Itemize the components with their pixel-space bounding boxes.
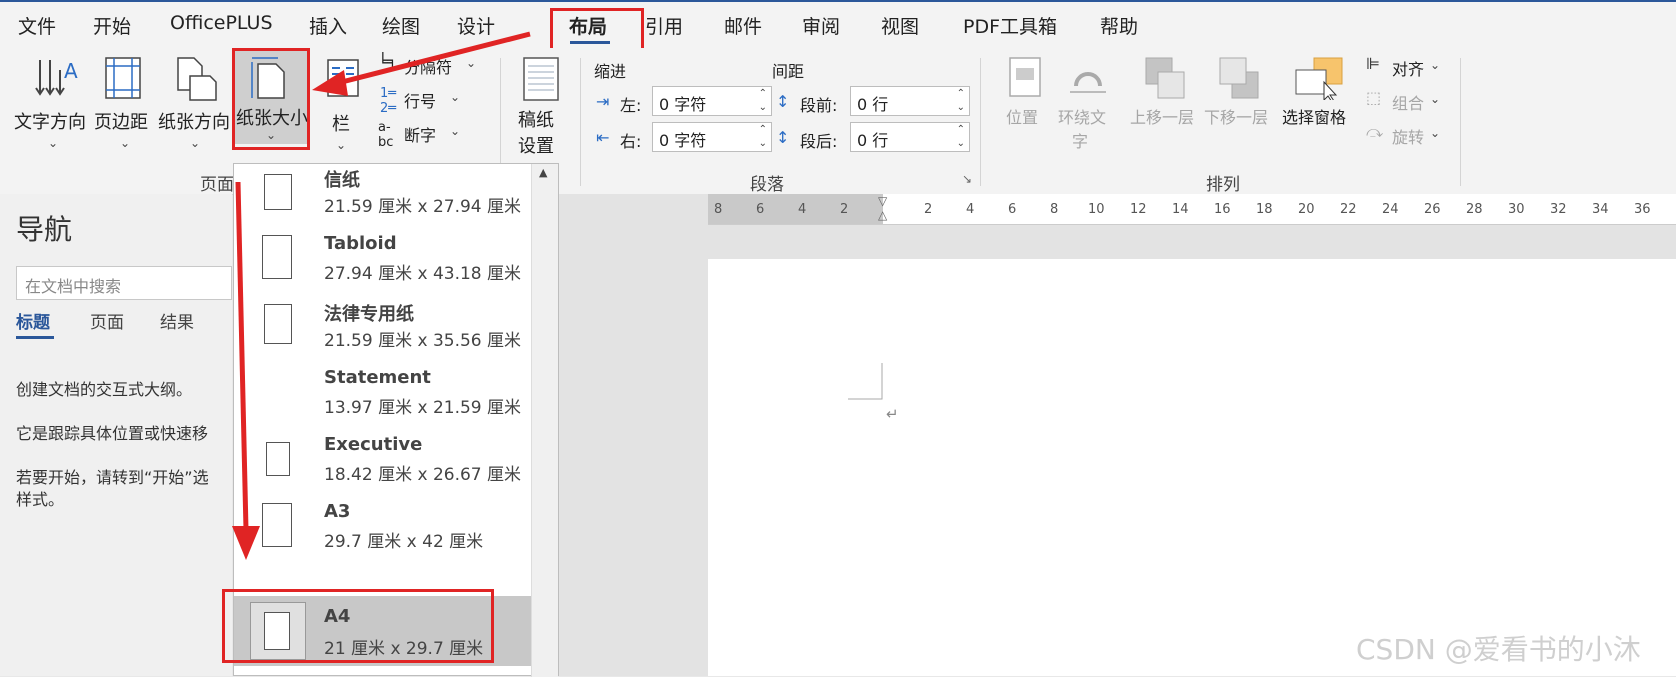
- arrow-down-line: [235, 181, 249, 531]
- arrow-down-head: [232, 526, 260, 560]
- arrow-to-size-head: [312, 70, 348, 96]
- annotation-arrows: [232, 31, 531, 560]
- arrow-to-size-line: [333, 31, 531, 87]
